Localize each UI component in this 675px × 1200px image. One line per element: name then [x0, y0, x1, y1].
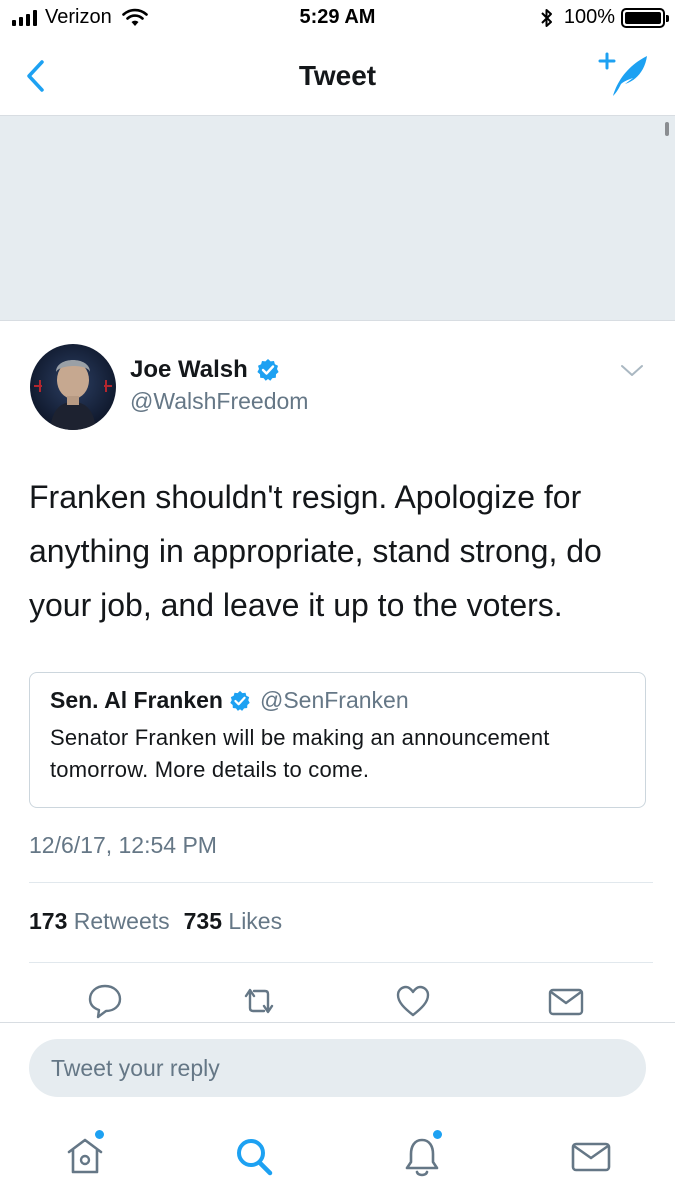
tweet-timestamp: 12/6/17, 12:54 PM [29, 832, 217, 858]
nav-bar: Tweet [0, 38, 675, 116]
compose-tweet-icon[interactable] [597, 52, 651, 100]
quoted-tweet[interactable]: Sen. Al Franken @SenFranken Senator Fran… [29, 672, 646, 808]
avatar[interactable] [30, 344, 116, 430]
battery-icon [621, 7, 669, 28]
chevron-down-icon[interactable] [619, 362, 645, 380]
quoted-tweet-text: Senator Franken will be making an announ… [50, 725, 550, 782]
notifications-icon[interactable] [400, 1132, 444, 1180]
quoted-tweet-header: Sen. Al Franken @SenFranken [50, 687, 625, 714]
reply-input[interactable] [29, 1039, 646, 1097]
scroll-indicator[interactable] [665, 122, 669, 136]
status-right: 100% [540, 6, 669, 29]
likes-count: 735 [183, 908, 223, 934]
messages-icon[interactable] [569, 1132, 613, 1180]
retweets-count: 173 [29, 908, 68, 934]
author-name-row: Joe Walsh [130, 356, 280, 384]
battery-label: 100% [563, 6, 615, 28]
page-title: Tweet [298, 60, 377, 91]
likes-stat[interactable]: 735 Likes [184, 908, 282, 935]
author-handle[interactable]: @WalshFreedom [130, 388, 308, 415]
avatar-image [30, 344, 116, 430]
retweet-icon[interactable] [240, 982, 278, 1020]
author-name[interactable]: Joe Walsh [130, 356, 248, 384]
home-notification-dot [95, 1130, 104, 1139]
quoted-author-handle: @SenFranken [259, 687, 409, 713]
status-bar: Verizon 5:29 AM 100% [0, 0, 675, 38]
notifications-dot [433, 1130, 442, 1139]
search-icon[interactable] [232, 1132, 276, 1180]
tweet-text: Franken shouldn't resign. Apologize for … [29, 479, 602, 623]
message-icon[interactable] [547, 982, 585, 1020]
tab-bar [0, 1120, 675, 1200]
verified-badge-icon [230, 690, 250, 711]
reply-icon[interactable] [86, 982, 124, 1020]
retweets-stat[interactable]: 173 Retweets [29, 908, 170, 935]
divider [29, 882, 653, 883]
likes-label: Likes [228, 908, 283, 934]
tweet-stats: 173 Retweets 735 Likes [29, 908, 282, 935]
home-icon[interactable] [63, 1132, 107, 1180]
like-icon[interactable] [394, 982, 432, 1020]
divider [29, 962, 653, 963]
quoted-author-name: Sen. Al Franken [50, 687, 223, 713]
media-banner [0, 116, 675, 321]
retweets-label: Retweets [73, 908, 170, 934]
verified-badge-icon [257, 359, 279, 381]
bluetooth-icon [541, 8, 552, 27]
tweet-actions [0, 982, 675, 1022]
